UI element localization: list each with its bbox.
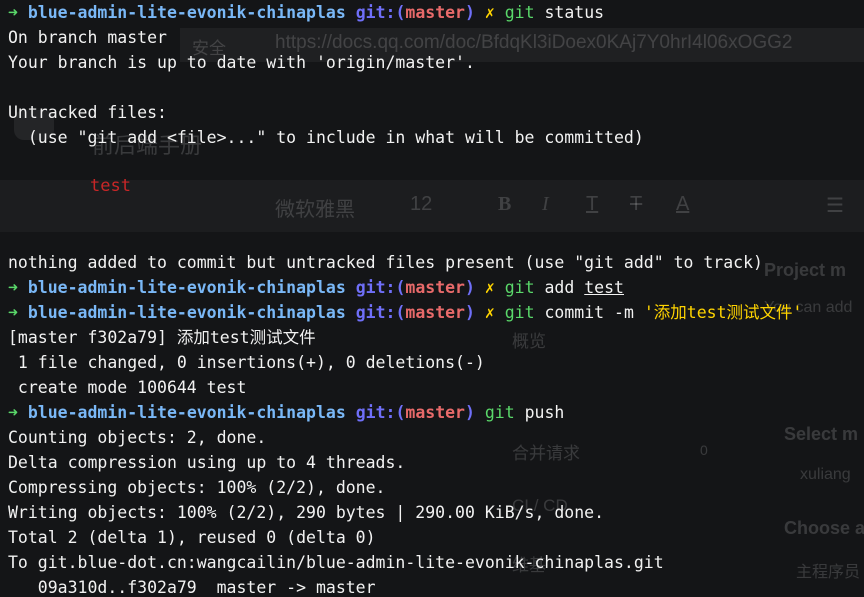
command-args: push xyxy=(524,403,565,422)
command-verb: add xyxy=(544,278,575,297)
prompt-branch: master xyxy=(405,278,465,297)
prompt-arrow-icon: ➜ xyxy=(8,403,18,422)
command-name: git xyxy=(484,403,515,422)
output-line: To git.blue-dot.cn:wangcailin/blue-admin… xyxy=(8,553,664,572)
prompt-branch: master xyxy=(405,3,465,22)
output-line: [master f302a79] 添加test测试文件 xyxy=(8,328,316,347)
output-line: On branch master xyxy=(8,28,167,47)
prompt-arrow-icon: ➜ xyxy=(8,278,18,297)
prompt-line: ➜ blue-admin-lite-evonik-chinaplas git:(… xyxy=(8,3,605,22)
terminal-window[interactable]: 安全 https://docs.qq.com/doc/BfdqKl3iDoex0… xyxy=(0,0,864,597)
prompt-dirty-marker: ✗ xyxy=(484,303,495,322)
prompt-arrow-icon: ➜ xyxy=(8,303,18,322)
output-line: Total 2 (delta 1), reused 0 (delta 0) xyxy=(8,528,376,547)
prompt-git-label: git: xyxy=(355,303,396,322)
prompt-dirty-marker: ✗ xyxy=(484,3,495,22)
commit-message-string: '添加test测试文件' xyxy=(643,303,803,322)
command-args: status xyxy=(544,3,605,22)
output-line: nothing added to commit but untracked fi… xyxy=(8,253,763,272)
command-name: git xyxy=(504,278,535,297)
command-name: git xyxy=(504,3,535,22)
prompt-git-label: git: xyxy=(355,278,396,297)
prompt-directory: blue-admin-lite-evonik-chinaplas xyxy=(27,278,346,297)
prompt-git-label: git: xyxy=(355,3,396,22)
prompt-branch: master xyxy=(405,403,465,422)
prompt-directory: blue-admin-lite-evonik-chinaplas xyxy=(27,303,346,322)
output-line: 1 file changed, 0 insertions(+), 0 delet… xyxy=(8,353,485,372)
prompt-line: ➜ blue-admin-lite-evonik-chinaplas git:(… xyxy=(8,403,565,422)
output-line: Writing objects: 100% (2/2), 290 bytes |… xyxy=(8,503,605,522)
prompt-branch: master xyxy=(405,303,465,322)
prompt-arrow-icon: ➜ xyxy=(8,3,18,22)
output-line: Compressing objects: 100% (2/2), done. xyxy=(8,478,386,497)
command-name: git xyxy=(504,303,535,322)
prompt-git-label: git: xyxy=(355,403,396,422)
output-line: Your branch is up to date with 'origin/m… xyxy=(8,53,475,72)
prompt-dirty-marker: ✗ xyxy=(484,278,495,297)
prompt-directory: blue-admin-lite-evonik-chinaplas xyxy=(27,3,346,22)
prompt-directory: blue-admin-lite-evonik-chinaplas xyxy=(27,403,346,422)
output-line: Delta compression using up to 4 threads. xyxy=(8,453,406,472)
output-line: 09a310d..f302a79 master -> master xyxy=(8,578,376,597)
prompt-line: ➜ blue-admin-lite-evonik-chinaplas git:(… xyxy=(8,278,624,297)
command-verb: commit -m xyxy=(544,303,634,322)
output-line: Counting objects: 2, done. xyxy=(8,428,267,447)
command-file-arg: test xyxy=(584,278,624,297)
output-line: Untracked files: xyxy=(8,103,167,122)
output-line: create mode 100644 test xyxy=(8,378,247,397)
prompt-line: ➜ blue-admin-lite-evonik-chinaplas git:(… xyxy=(8,303,803,322)
output-line: (use "git add <file>..." to include in w… xyxy=(8,128,644,147)
terminal-output[interactable]: ➜ blue-admin-lite-evonik-chinaplas git: (… xyxy=(8,0,864,597)
